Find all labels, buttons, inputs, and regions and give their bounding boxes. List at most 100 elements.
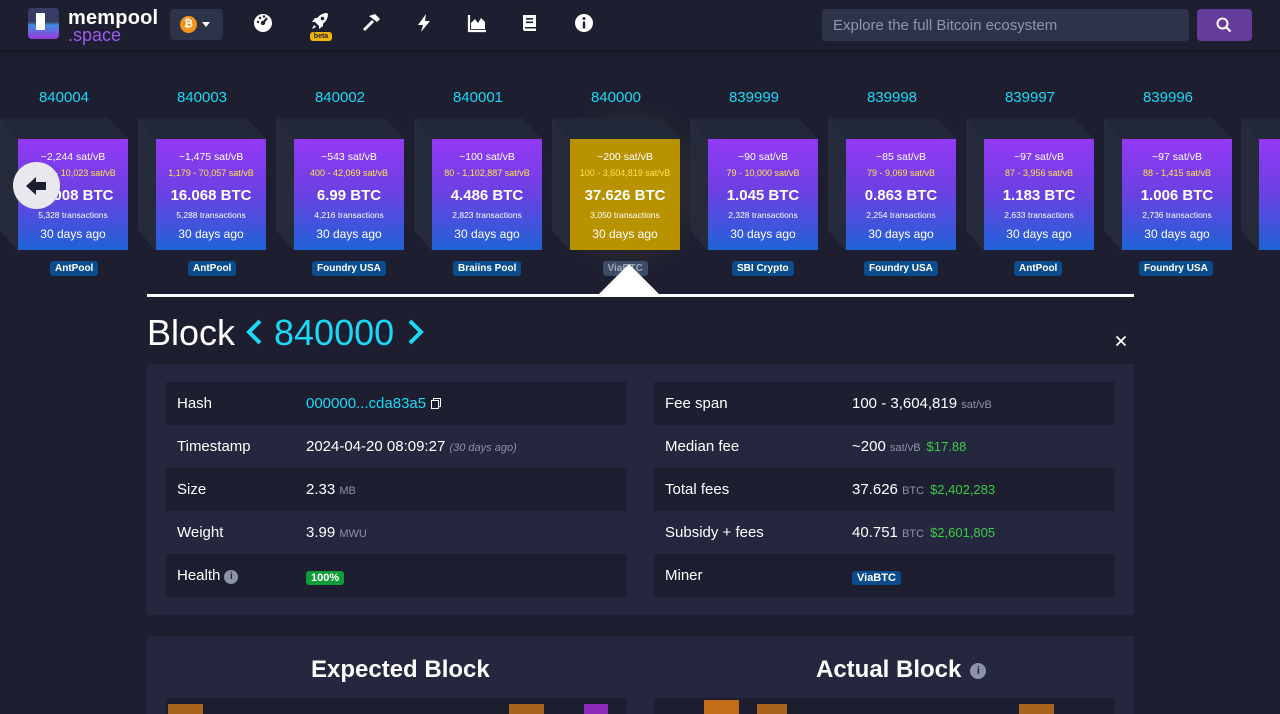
- details-row-fee-span: Fee span 100 - 3,604,819 sat/vB: [654, 382, 1115, 425]
- chevron-right-icon[interactable]: [405, 317, 427, 347]
- block-median-fee: ~100 sat/vB: [459, 151, 515, 163]
- cube-side: [966, 118, 984, 251]
- block-839996[interactable]: 839996 ~97 sat/vB 88 - 1,415 sat/vB 1.006 B…: [1104, 52, 1232, 277]
- block-pool-badge[interactable]: Braiins Pool: [453, 261, 522, 276]
- block-cube[interactable]: ~85 sat/vB 79 - 9,069 sat/vB 0.863 BTC 2,25…: [828, 118, 956, 251]
- block-face: ~200 sat/vB 100 - 3,604,819 sat/vB 37.626 …: [570, 139, 680, 250]
- details-row-health: Health i 100%: [166, 554, 627, 597]
- median-fee-label: Median fee: [665, 438, 740, 455]
- hash-link[interactable]: 000000...cda83a5: [306, 395, 426, 412]
- block-face: ~85 sat/vB 79 - 9,069 sat/vB 0.863 BTC 2,25…: [846, 139, 956, 250]
- block-840004[interactable]: 840004 ~2,244 sat/vB 2,345 - 10,023 sat/vB…: [0, 52, 128, 277]
- fee-span-value: 100 - 3,604,819 sat/vB: [852, 395, 992, 412]
- block-median-fee: ~97 sat/vB: [1152, 151, 1202, 163]
- network-selector-button[interactable]: ₿: [170, 9, 223, 40]
- block-height-link[interactable]: 840002: [276, 89, 404, 106]
- size-number: 2.33: [306, 481, 336, 498]
- block-height: 840000: [274, 312, 395, 353]
- block-839997[interactable]: 839997 ~97 sat/vB 87 - 3,956 sat/vB 1.183 B…: [966, 52, 1094, 277]
- block-cube[interactable]: ~90 sat/vB 79 - 10,000 sat/vB 1.045 BTC 2,3…: [690, 118, 818, 251]
- block-time-ago: 30 days ago: [592, 227, 658, 241]
- cube-top: [276, 118, 404, 139]
- hammer-icon[interactable]: [360, 12, 382, 34]
- expected-block-visualization[interactable]: [166, 698, 627, 714]
- fee-span-unit: sat/vB: [961, 399, 992, 411]
- details-row-median-fee: Median fee ~200 sat/vB $17.88: [654, 425, 1115, 468]
- block-840000[interactable]: 840000 ~200 sat/vB 100 - 3,604,819 sat/vB 3…: [552, 52, 680, 277]
- copy-icon[interactable]: [431, 398, 442, 409]
- block-cube[interactable]: ~97 sat/vB 87 - 3,956 sat/vB 1.183 BTC 2,63…: [966, 118, 1094, 251]
- details-row-hash: Hash 000000...cda83a5: [166, 382, 627, 425]
- mempool-logo[interactable]: mempool .space: [28, 5, 158, 45]
- block-pool-badge[interactable]: SBI Crypto: [732, 261, 794, 276]
- selected-block-pointer: [598, 264, 660, 295]
- close-icon[interactable]: [1113, 333, 1129, 349]
- actual-block-title-wrap: Actual Block i: [816, 656, 987, 684]
- total-fees-number: 37.626: [852, 481, 898, 498]
- median-fee-usd: $17.88: [926, 439, 967, 454]
- cube-side: [552, 118, 570, 251]
- timestamp-label: Timestamp: [177, 438, 251, 455]
- hash-label: Hash: [177, 395, 213, 412]
- block-840002[interactable]: 840002 ~543 sat/vB 400 - 42,069 sat/vB 6.99…: [276, 52, 404, 277]
- total-fees-usd: $2,402,283: [930, 482, 996, 497]
- health-label-wrap: Health i: [177, 567, 239, 584]
- block-height-link[interactable]: 839996: [1104, 89, 1232, 106]
- weight-value: 3.99 MWU: [306, 524, 367, 541]
- search-input[interactable]: [822, 9, 1189, 41]
- cube-side: [828, 118, 846, 251]
- rocket-icon[interactable]: [309, 10, 331, 32]
- dashboard-icon[interactable]: [252, 12, 274, 34]
- block-fee-range: 79 - 10,000 sat/vB: [726, 168, 800, 178]
- block-tx-count: 2,823 transactions: [452, 210, 522, 220]
- hash-value[interactable]: 000000...cda83a5: [306, 395, 442, 412]
- block-reward: 1.183 BTC: [1002, 187, 1076, 204]
- block-face: ~543 sat/vB 400 - 42,069 sat/vB 6.99 BTC 4,…: [294, 139, 404, 250]
- block-pool-badge[interactable]: AntPool: [50, 261, 99, 276]
- block-height-link[interactable]: 840003: [138, 89, 266, 106]
- block-pool-badge[interactable]: Foundry USA: [312, 261, 386, 276]
- block-height-link[interactable]: 840001: [414, 89, 542, 106]
- block-839998[interactable]: 839998 ~85 sat/vB 79 - 9,069 sat/vB 0.863 B…: [828, 52, 956, 277]
- block-tx-count: 2,633 transactions: [1004, 210, 1074, 220]
- actual-block-visualization[interactable]: [654, 698, 1115, 714]
- chart-icon[interactable]: [466, 12, 488, 34]
- cube-top: [1104, 118, 1232, 139]
- actual-block-info-icon[interactable]: i: [970, 663, 987, 679]
- block-cube[interactable]: ~1,475 sat/vB 1,179 - 70,057 sat/vB 16.068…: [138, 118, 266, 251]
- miner-label: Miner: [665, 567, 703, 584]
- docs-icon[interactable]: [519, 12, 541, 34]
- timestamp-relative: (30 days ago): [449, 442, 517, 454]
- block-time-ago: 30 days ago: [316, 227, 382, 241]
- block-time-ago: 30 days ago: [868, 227, 934, 241]
- info-icon[interactable]: [573, 12, 595, 34]
- block-cube[interactable]: ~97 sat/vB 88 - 1,415 sat/vB 1.006 BTC 2,73…: [1104, 118, 1232, 251]
- block-pool-badge[interactable]: Foundry USA: [1139, 261, 1213, 276]
- chevron-left-icon[interactable]: [243, 317, 265, 347]
- lightning-icon[interactable]: [413, 12, 435, 34]
- block-reward: 4.486 BTC: [450, 187, 524, 204]
- block-height-link[interactable]: 839999: [690, 89, 818, 106]
- block-height-link[interactable]: 840004: [0, 89, 128, 106]
- miner-badge[interactable]: ViaBTC: [852, 571, 901, 585]
- block-pool-badge[interactable]: Foundry USA: [864, 261, 938, 276]
- block-cube[interactable]: ~100 sat/vB 80 - 1,102,887 sat/vB 4.486 BT…: [414, 118, 542, 251]
- block-height-link[interactable]: 839998: [828, 89, 956, 106]
- weight-number: 3.99: [306, 524, 336, 541]
- block-cube[interactable]: ~200 sat/vB 100 - 3,604,819 sat/vB 37.626 …: [552, 118, 680, 251]
- block-840001[interactable]: 840001 ~100 sat/vB 80 - 1,102,887 sat/vB 4.…: [414, 52, 542, 277]
- block-pool-badge[interactable]: AntPool: [1014, 261, 1063, 276]
- back-button[interactable]: [13, 162, 60, 209]
- search-button[interactable]: [1197, 9, 1252, 41]
- block-840003[interactable]: 840003 ~1,475 sat/vB 1,179 - 70,057 sat/vB…: [138, 52, 266, 277]
- block-height-link[interactable]: 840000: [552, 89, 680, 106]
- block-reward: 16.068 BTC: [170, 187, 252, 204]
- arrow-left-icon: [26, 177, 46, 195]
- health-info-icon[interactable]: i: [224, 570, 239, 584]
- block-839999[interactable]: 839999 ~90 sat/vB 79 - 10,000 sat/vB 1.045 …: [690, 52, 818, 277]
- median-fee-unit: sat/vB: [889, 442, 921, 454]
- expected-block-title: Expected Block: [311, 656, 490, 683]
- block-pool-badge[interactable]: AntPool: [188, 261, 237, 276]
- block-height-link[interactable]: 839997: [966, 89, 1094, 106]
- block-cube[interactable]: ~543 sat/vB 400 - 42,069 sat/vB 6.99 BTC 4,…: [276, 118, 404, 251]
